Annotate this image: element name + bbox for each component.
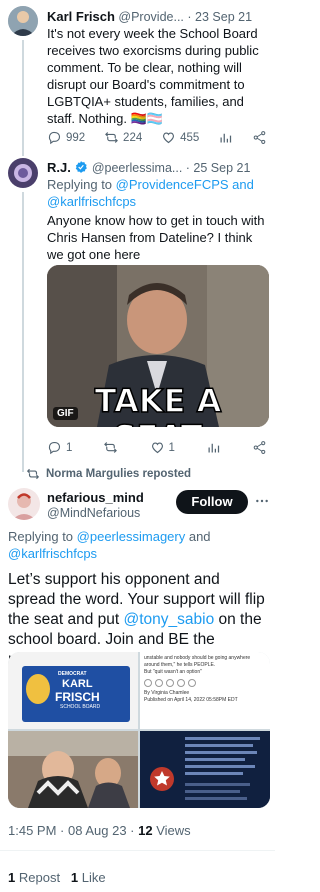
reply-icon <box>48 441 61 455</box>
retweet-button[interactable]: 224 <box>104 130 142 145</box>
candidate-photo <box>26 674 50 704</box>
like-button[interactable]: 455 <box>161 130 199 145</box>
reply-count: 992 <box>66 131 86 144</box>
photo-collage: DEMOCRAT KARL FRISCH SCHOOL BOARD unstab… <box>8 652 270 808</box>
author-name[interactable]: R.J. <box>47 160 71 175</box>
reply-button[interactable]: 992 <box>47 130 85 145</box>
mention-link[interactable]: @karlfrischfcps <box>8 546 97 561</box>
mention-link[interactable]: @peerlessimagery <box>77 529 186 544</box>
thread-line <box>22 192 24 472</box>
tweet-text: It's not every week the School Board rec… <box>47 26 259 126</box>
gif-caption: TAKE A SEAT <box>94 382 222 427</box>
thread-line <box>22 40 24 156</box>
tweet-meta: 1:45 PM · 08 Aug 23 · 12 Views <box>8 823 191 838</box>
reply-button[interactable]: 1 <box>47 440 72 455</box>
photo-2[interactable]: unstable and nobody should be going anyw… <box>140 652 270 729</box>
like-stat[interactable]: 1 Like <box>71 870 106 885</box>
views-button[interactable] <box>206 440 221 455</box>
like-count: 455 <box>180 131 200 144</box>
photo-1[interactable]: DEMOCRAT KARL FRISCH SCHOOL BOARD <box>8 652 138 729</box>
share-icons-row <box>144 679 266 687</box>
views-count: 12 <box>138 823 153 838</box>
mention-link[interactable]: @karlfrischfcps <box>47 194 136 209</box>
retweet-icon <box>104 442 118 453</box>
gif-badge: GIF <box>53 407 78 420</box>
replying-and: and <box>185 529 211 544</box>
share-icon <box>253 441 266 454</box>
like-count: 1 <box>70 870 79 885</box>
article-byline: By Virginia Chamlee <box>144 690 190 696</box>
author-name[interactable]: nefarious_mind <box>47 490 144 505</box>
slide-image <box>140 731 270 808</box>
verified-badge-icon <box>74 161 88 175</box>
share-button[interactable] <box>252 440 267 455</box>
profile-photo-icon <box>8 6 38 36</box>
photo-article-text <box>14 654 134 660</box>
views-button[interactable] <box>218 130 233 145</box>
repost-indicator[interactable]: Norma Margulies reposted <box>26 467 191 481</box>
tweet-date[interactable]: · 25 Sep 21 <box>186 161 251 175</box>
tweet-actions: 992 224 455 <box>47 130 267 145</box>
article-dateline: Published on April 14, 2022 05:58PM EDT <box>144 697 238 703</box>
sign-line-2: KARL <box>62 678 93 690</box>
tweet-actions: 1 1 <box>47 440 267 455</box>
like-button[interactable]: 1 <box>150 440 175 455</box>
selfie-image <box>8 731 138 808</box>
repost-stat[interactable]: 1 Repost <box>8 870 60 885</box>
profile-photo-icon <box>8 488 40 520</box>
avatar[interactable] <box>8 158 38 188</box>
repost-count: 1 <box>8 870 16 885</box>
analytics-icon <box>220 133 232 143</box>
share-button[interactable] <box>252 130 267 145</box>
gif-media[interactable]: TAKE A SEAT GIF <box>47 265 269 427</box>
sign-line-4: SCHOOL BOARD <box>60 704 101 710</box>
photo-3[interactable] <box>8 731 138 808</box>
tweet-date[interactable]: · 08 Aug 23 · <box>60 823 134 838</box>
author-name[interactable]: Karl Frisch <box>47 9 115 24</box>
mention-link[interactable]: @tony_sabio <box>123 611 214 628</box>
views-label: Views <box>156 823 191 838</box>
analytics-icon <box>208 443 220 453</box>
avatar[interactable] <box>8 6 38 36</box>
campaign-sign: DEMOCRAT KARL FRISCH SCHOOL BOARD <box>22 666 130 722</box>
repost-icon <box>26 468 40 480</box>
divider <box>0 850 275 851</box>
heart-icon <box>163 132 175 144</box>
repost-stat-label: Repost <box>18 870 61 885</box>
repost-label: Norma Margulies reposted <box>46 468 192 480</box>
tweet-time[interactable]: 1:45 PM <box>8 823 56 838</box>
reply-count: 1 <box>66 441 73 454</box>
author-handle[interactable]: @MindNefarious <box>47 506 140 520</box>
photo-4[interactable] <box>140 731 270 808</box>
replying-to: Replying to @ProvidenceFCPS and @karlfri… <box>47 176 269 210</box>
replying-to-label: Replying to <box>8 529 77 544</box>
retweet-count: 224 <box>123 131 143 144</box>
profile-photo-icon <box>8 158 38 188</box>
tweet-date[interactable]: · 23 Sep 21 <box>187 10 252 24</box>
like-stat-label: Like <box>81 870 106 885</box>
replying-and: and <box>228 177 254 192</box>
share-icon <box>253 131 266 144</box>
article-quote: unstable and nobody should be going anyw… <box>144 655 251 668</box>
heart-icon <box>151 442 163 454</box>
reply-icon <box>48 131 61 145</box>
tweet-header: Karl Frisch @Provide... · 23 Sep 21 <box>47 9 273 24</box>
replying-to: Replying to @peerlessimagery and @karlfr… <box>8 528 270 562</box>
follow-button[interactable]: Follow <box>176 490 248 514</box>
sign-line-1: DEMOCRAT <box>58 671 87 677</box>
more-options-icon[interactable] <box>254 493 270 509</box>
tweet-text: Anyone know how to get in touch with Chr… <box>47 213 265 262</box>
like-count: 1 <box>168 441 175 454</box>
engagement-stats: 1 Repost 1 Like <box>8 870 106 885</box>
mention-link[interactable]: @ProvidenceFCPS <box>116 177 229 192</box>
author-handle[interactable]: @peerlessima... <box>92 161 183 175</box>
tweet-header: R.J. @peerlessima... · 25 Sep 21 <box>47 160 273 175</box>
retweet-button[interactable] <box>103 440 118 455</box>
avatar[interactable] <box>8 488 40 520</box>
retweet-icon <box>105 132 118 143</box>
replying-to-label: Replying to <box>47 177 116 192</box>
article-quote-2: But "quit wasn't an option" <box>144 669 202 675</box>
author-handle[interactable]: @Provide... <box>118 10 184 24</box>
sign-line-3: FRISCH <box>55 690 100 704</box>
